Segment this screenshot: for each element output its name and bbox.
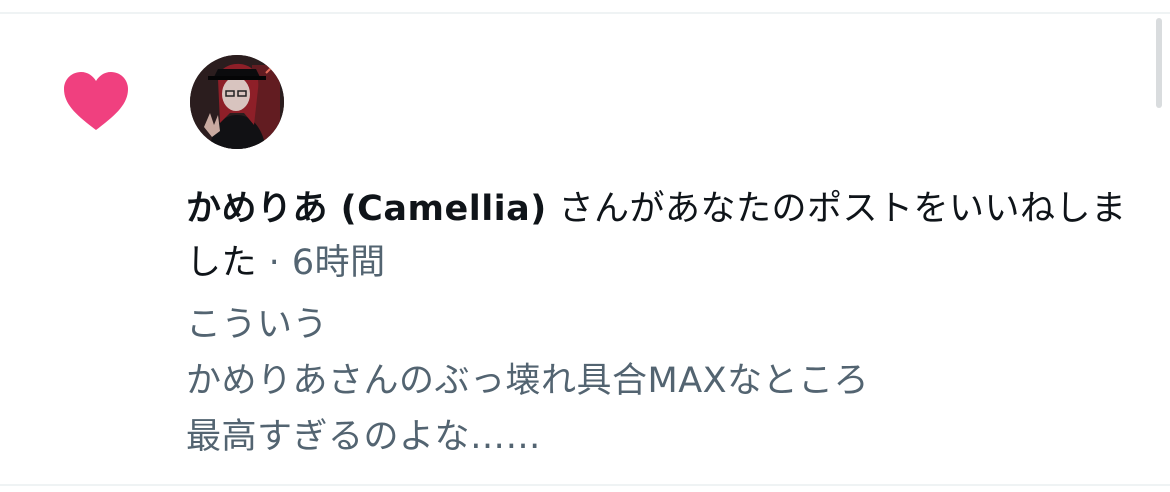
timestamp[interactable]: 6時間	[292, 243, 386, 283]
bottom-divider	[0, 484, 1170, 486]
post-preview[interactable]: こういう かめりあさんのぶっ壊れ具合MAXなところ 最高すぎるのよな……	[186, 297, 1146, 465]
top-divider	[0, 12, 1170, 14]
like-notification[interactable]: かめりあ (Camellia) さんがあなたのポストをいいねしました · 6時間…	[0, 0, 1170, 492]
avatar-image	[190, 55, 284, 149]
post-line: かめりあさんのぶっ壊れ具合MAXなところ	[186, 361, 870, 401]
notification-text: かめりあ (Camellia) さんがあなたのポストをいいねしました · 6時間	[186, 182, 1146, 290]
heart-icon	[64, 72, 128, 130]
avatar[interactable]	[190, 55, 284, 149]
post-line: 最高すぎるのよな……	[186, 417, 542, 457]
time-separator: ·	[257, 243, 292, 283]
post-line: こういう	[186, 305, 329, 345]
user-name-link[interactable]: かめりあ (Camellia)	[186, 189, 547, 229]
scrollbar[interactable]	[1156, 18, 1162, 108]
